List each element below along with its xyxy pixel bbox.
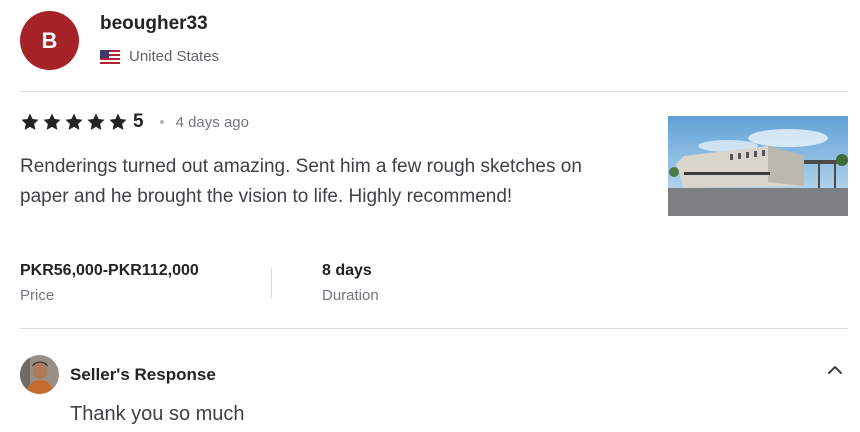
price-info: PKR56,000-PKR112,000 Price xyxy=(20,261,199,304)
meta-separator xyxy=(271,267,272,298)
duration-value: 8 days xyxy=(322,262,372,279)
review-text: Renderings turned out amazing. Sent him … xyxy=(20,156,582,207)
rating-score: 5 xyxy=(133,111,144,132)
star-icon xyxy=(65,113,83,130)
duration-info: 8 days Duration xyxy=(322,261,379,304)
duration-label: Duration xyxy=(322,287,379,304)
us-flag-icon xyxy=(100,49,120,64)
separator-dot xyxy=(159,120,164,124)
seller-avatar[interactable] xyxy=(20,355,59,394)
review-time: 4 days ago xyxy=(175,113,249,131)
response-divider xyxy=(20,328,848,329)
star-icon xyxy=(109,113,127,130)
seller-response-title: Seller's Response xyxy=(70,365,216,384)
star-icon xyxy=(43,113,61,130)
price-label: Price xyxy=(20,287,55,304)
star-rating xyxy=(20,112,128,132)
reviewer-avatar[interactable]: B xyxy=(20,11,79,70)
seller-response-text: Thank you so much xyxy=(70,403,245,425)
price-value: PKR56,000-PKR112,000 xyxy=(20,262,199,279)
star-icon xyxy=(87,113,105,130)
chevron-up-icon[interactable] xyxy=(826,363,844,377)
country-name: United States xyxy=(129,48,220,65)
rating-row: 5 4 days ago xyxy=(20,110,249,134)
reviewer-username[interactable]: beougher33 xyxy=(100,13,208,35)
header-divider xyxy=(20,91,848,92)
reviewer-country: United States xyxy=(100,48,219,65)
star-icon xyxy=(21,113,39,130)
project-thumbnail[interactable] xyxy=(668,116,848,216)
